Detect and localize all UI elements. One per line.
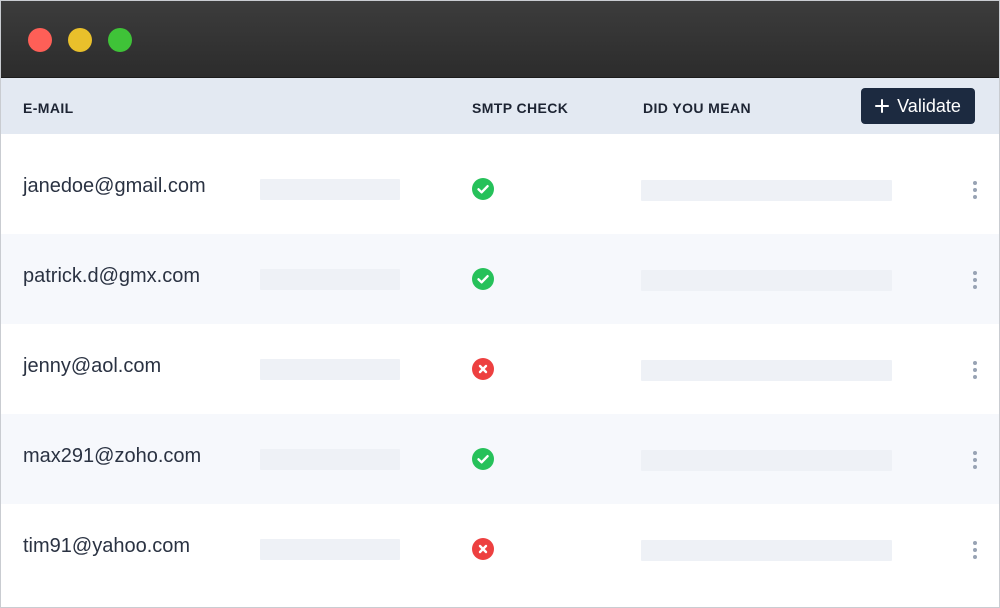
did-you-mean-placeholder bbox=[641, 180, 892, 201]
email-detail-placeholder bbox=[260, 269, 400, 290]
email-detail-placeholder bbox=[260, 359, 400, 380]
more-options-icon[interactable] bbox=[969, 270, 981, 290]
app-window: E-MAIL SMTP CHECK DID YOU MEAN Validate … bbox=[0, 0, 1000, 608]
check-circle-icon bbox=[472, 448, 494, 470]
email-address: tim91@yahoo.com bbox=[23, 535, 191, 557]
minimize-window-button[interactable] bbox=[68, 28, 92, 52]
email-address: janedoe@gmail.com bbox=[23, 175, 206, 197]
table-row[interactable]: jenny@aol.com bbox=[1, 324, 999, 414]
did-you-mean-placeholder bbox=[641, 270, 892, 291]
more-options-icon[interactable] bbox=[969, 540, 981, 560]
maximize-window-button[interactable] bbox=[108, 28, 132, 52]
email-detail-placeholder bbox=[260, 179, 400, 200]
check-circle-icon bbox=[472, 178, 494, 200]
more-options-icon[interactable] bbox=[969, 360, 981, 380]
title-bar bbox=[1, 1, 999, 78]
table-row[interactable]: max291@zoho.com bbox=[1, 414, 999, 504]
column-header-email: E-MAIL bbox=[23, 100, 74, 116]
more-options-icon[interactable] bbox=[969, 180, 981, 200]
column-header-did-you-mean: DID YOU MEAN bbox=[643, 100, 751, 116]
table-header: E-MAIL SMTP CHECK DID YOU MEAN bbox=[1, 78, 999, 134]
email-detail-placeholder bbox=[260, 539, 400, 560]
x-circle-icon bbox=[472, 358, 494, 380]
more-options-icon[interactable] bbox=[969, 450, 981, 470]
close-window-button[interactable] bbox=[28, 28, 52, 52]
plus-icon bbox=[875, 99, 890, 113]
email-table-body: janedoe@gmail.com patrick.d@gmx.com jenny@… bbox=[1, 144, 999, 594]
validate-button-label: Validate bbox=[897, 95, 961, 116]
email-address: jenny@aol.com bbox=[23, 355, 162, 377]
table-row[interactable]: tim91@yahoo.com bbox=[1, 504, 999, 594]
did-you-mean-placeholder bbox=[641, 360, 892, 381]
validate-button[interactable]: Validate bbox=[861, 88, 975, 124]
email-detail-placeholder bbox=[260, 449, 400, 470]
x-circle-icon bbox=[472, 538, 494, 560]
email-address: patrick.d@gmx.com bbox=[23, 265, 201, 287]
column-header-smtp-check: SMTP CHECK bbox=[472, 100, 569, 116]
did-you-mean-placeholder bbox=[641, 450, 892, 471]
table-row[interactable]: patrick.d@gmx.com bbox=[1, 234, 999, 324]
table-row[interactable]: janedoe@gmail.com bbox=[1, 144, 999, 234]
email-address: max291@zoho.com bbox=[23, 445, 202, 467]
check-circle-icon bbox=[472, 268, 494, 290]
did-you-mean-placeholder bbox=[641, 540, 892, 561]
